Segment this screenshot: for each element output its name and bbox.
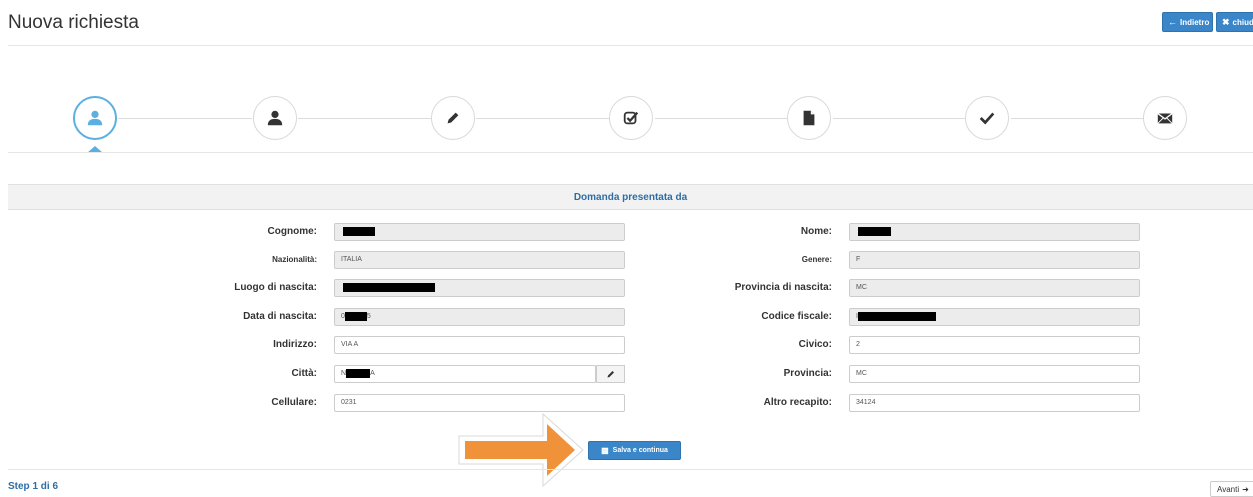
- genere-field[interactable]: F: [849, 251, 1140, 269]
- step-5-documents[interactable]: [787, 96, 831, 140]
- step-2-applicant[interactable]: [253, 96, 297, 140]
- civico-label: Civico:: [798, 339, 832, 350]
- provincia-label: Provincia:: [783, 368, 832, 379]
- back-button-label: Indietro: [1180, 17, 1210, 27]
- codice-fiscale-field[interactable]: I: [849, 308, 1140, 326]
- citta-input[interactable]: NA: [334, 365, 596, 383]
- step-connector: [655, 118, 787, 119]
- citta-edit-button[interactable]: [596, 365, 625, 383]
- redaction-bar: [343, 226, 375, 236]
- back-button[interactable]: ← Indietro: [1162, 12, 1213, 32]
- provincia-nascita-field[interactable]: MC: [849, 279, 1140, 297]
- envelope-icon: [1157, 112, 1173, 124]
- close-button-label: chiudi: [1232, 17, 1253, 27]
- redaction-bar: [344, 311, 367, 321]
- cognome-field[interactable]: [334, 223, 625, 241]
- indirizzo-input[interactable]: VIA A: [334, 336, 625, 354]
- step-connector: [1011, 118, 1143, 119]
- step-6-confirm[interactable]: [965, 96, 1009, 140]
- cellulare-label: Cellulare:: [271, 397, 317, 408]
- nazionalita-field[interactable]: ITALIA: [334, 251, 625, 269]
- redaction-bar: [343, 282, 435, 292]
- redaction-bar: [346, 368, 371, 378]
- cognome-label: Cognome:: [267, 226, 317, 237]
- provincia-nascita-label: Provincia di nascita:: [734, 282, 832, 293]
- section-header: Domanda presentata da: [8, 184, 1253, 210]
- pencil-icon: [447, 112, 459, 124]
- citta-label: Città:: [291, 368, 317, 379]
- wizard-stepper: [0, 96, 1253, 156]
- citta-suffix: A: [370, 370, 375, 377]
- genere-label: Genere:: [801, 255, 832, 264]
- provincia-input[interactable]: MC: [849, 365, 1140, 383]
- header-divider: [8, 45, 1253, 46]
- data-nascita-suffix: 5: [366, 313, 371, 320]
- next-button-label: Avanti: [1217, 484, 1240, 494]
- close-button[interactable]: ✖ chiudi: [1216, 12, 1253, 32]
- checkbox-icon: [623, 111, 639, 125]
- save-button-label: Salva e continua: [612, 447, 668, 454]
- altro-recapito-input[interactable]: 34124: [849, 394, 1140, 412]
- data-nascita-field[interactable]: 05: [334, 308, 625, 326]
- user-icon: [267, 110, 283, 126]
- nome-label: Nome:: [800, 226, 832, 237]
- step-3-edit[interactable]: [431, 96, 475, 140]
- annotation-arrow-icon: [458, 412, 584, 488]
- altro-recapito-label: Altro recapito:: [763, 397, 832, 408]
- luogo-nascita-field[interactable]: [334, 279, 625, 297]
- step-counter: Step 1 di 6: [8, 481, 59, 492]
- nazionalita-label: Nazionalità:: [272, 255, 317, 264]
- step-4-verify[interactable]: [609, 96, 653, 140]
- indirizzo-label: Indirizzo:: [273, 339, 317, 350]
- nome-field[interactable]: [849, 223, 1140, 241]
- user-icon: [87, 110, 103, 126]
- document-icon: [803, 110, 815, 126]
- save-icon: ▩: [601, 446, 609, 455]
- arrow-left-icon: ←: [1168, 17, 1177, 27]
- step-1-personal-data[interactable]: [73, 96, 117, 140]
- save-and-continue-button[interactable]: ▩ Salva e continua: [588, 441, 681, 460]
- next-button[interactable]: Avanti ➜: [1210, 481, 1253, 497]
- redaction-bar: [858, 226, 891, 236]
- section-title: Domanda presentata da: [573, 191, 688, 203]
- luogo-nascita-label: Luogo di nascita:: [234, 282, 317, 293]
- step-connector: [476, 118, 609, 119]
- civico-input[interactable]: 2: [849, 336, 1140, 354]
- data-nascita-label: Data di nascita:: [243, 311, 317, 322]
- close-icon: ✖: [1222, 16, 1230, 27]
- step-connector: [833, 118, 965, 119]
- arrow-right-icon: ➜: [1242, 484, 1249, 494]
- footer-divider: [8, 469, 1253, 470]
- redaction-bar: [857, 311, 936, 321]
- check-icon: [979, 112, 995, 125]
- pencil-icon: [607, 371, 614, 378]
- page-title: Nuova richiesta: [8, 12, 139, 33]
- step-connector: [298, 118, 431, 119]
- stepper-divider: [8, 152, 1253, 153]
- step-7-submit[interactable]: [1143, 96, 1187, 140]
- codice-fiscale-label: Codice fiscale:: [761, 311, 832, 322]
- step-connector: [118, 118, 252, 119]
